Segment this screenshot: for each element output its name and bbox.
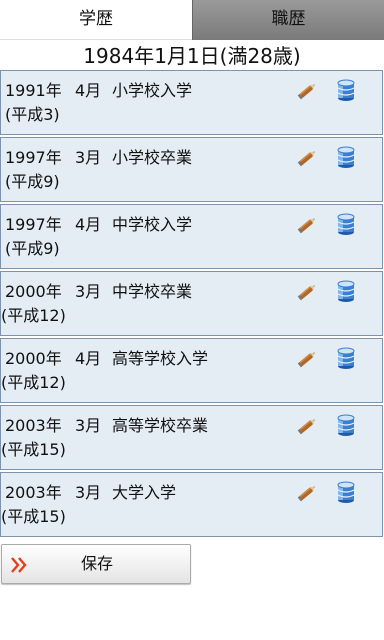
- entry-year: 1997年: [5, 148, 62, 167]
- entry-era: (平成15): [1, 507, 66, 526]
- list-item[interactable]: 1991年 4月 小学校入学 (平成3): [0, 70, 383, 135]
- entry-event: 中学校入学: [112, 215, 193, 234]
- entry-month: 4月: [75, 349, 102, 368]
- list-item[interactable]: 2000年 3月 中学校卒業 (平成12): [0, 271, 383, 336]
- list-item[interactable]: 1997年 4月 中学校入学 (平成9): [0, 204, 383, 269]
- pencil-icon[interactable]: [296, 349, 318, 369]
- entry-year: 2000年: [5, 282, 62, 301]
- entry-year: 2003年: [5, 483, 62, 502]
- pencil-icon[interactable]: [296, 148, 318, 168]
- pencil-icon[interactable]: [296, 81, 318, 101]
- entry-date-event: 2003年 3月 大学入学: [5, 479, 176, 503]
- entry-era: (平成3): [5, 105, 60, 124]
- database-icon[interactable]: [336, 412, 356, 438]
- list-item[interactable]: 2000年 4月 高等学校入学 (平成12): [0, 338, 383, 403]
- entry-month: 3月: [75, 483, 102, 502]
- save-button-label: 保存: [80, 554, 113, 573]
- entry-era: (平成12): [1, 373, 66, 392]
- tab-bar: 学歴 職歴: [0, 0, 384, 40]
- entry-event: 小学校卒業: [112, 148, 193, 167]
- entry-event: 高等学校入学: [112, 349, 209, 368]
- pencil-icon[interactable]: [296, 483, 318, 503]
- save-button[interactable]: 保存: [1, 544, 191, 584]
- birth-date-header: 1984年1月1日(満28歳): [83, 44, 301, 68]
- entry-month: 4月: [75, 215, 102, 234]
- entry-era: (平成15): [1, 440, 66, 459]
- pencil-icon[interactable]: [296, 416, 318, 436]
- entry-era: (平成9): [5, 239, 60, 258]
- database-icon[interactable]: [336, 479, 356, 505]
- entry-era: (平成12): [1, 306, 66, 325]
- entry-year: 2000年: [5, 349, 62, 368]
- entry-era: (平成9): [5, 172, 60, 191]
- entry-date-event: 1997年 4月 中学校入学: [5, 211, 192, 235]
- entry-event: 大学入学: [112, 483, 177, 502]
- list-item[interactable]: 2003年 3月 高等学校卒業 (平成15): [0, 405, 383, 470]
- entry-month: 3月: [75, 416, 102, 435]
- entry-month: 3月: [75, 282, 102, 301]
- database-icon[interactable]: [336, 77, 356, 103]
- tab-work-history[interactable]: 職歴: [192, 0, 384, 40]
- entry-date-event: 2000年 3月 中学校卒業: [5, 278, 192, 302]
- entry-year: 1997年: [5, 215, 62, 234]
- education-list: 1991年 4月 小学校入学 (平成3) 1997年 3月 小学校卒業 (平成9) 19…: [0, 70, 384, 539]
- database-icon[interactable]: [336, 144, 356, 170]
- pencil-icon[interactable]: [296, 282, 318, 302]
- entry-date-event: 2000年 4月 高等学校入学: [5, 345, 208, 369]
- tab-education[interactable]: 学歴: [0, 0, 192, 40]
- entry-event: 中学校卒業: [112, 282, 193, 301]
- entry-month: 4月: [75, 81, 102, 100]
- entry-year: 1991年: [5, 81, 62, 100]
- entry-date-event: 1991年 4月 小学校入学: [5, 77, 192, 101]
- entry-date-event: 2003年 3月 高等学校卒業: [5, 412, 208, 436]
- list-item[interactable]: 2003年 3月 大学入学 (平成15): [0, 472, 383, 537]
- entry-event: 小学校入学: [112, 81, 193, 100]
- database-icon[interactable]: [336, 211, 356, 237]
- list-item[interactable]: 1997年 3月 小学校卒業 (平成9): [0, 137, 383, 202]
- database-icon[interactable]: [336, 278, 356, 304]
- pencil-icon[interactable]: [296, 215, 318, 235]
- entry-date-event: 1997年 3月 小学校卒業: [5, 144, 192, 168]
- entry-month: 3月: [75, 148, 102, 167]
- database-icon[interactable]: [336, 345, 356, 371]
- entry-year: 2003年: [5, 416, 62, 435]
- entry-event: 高等学校卒業: [112, 416, 209, 435]
